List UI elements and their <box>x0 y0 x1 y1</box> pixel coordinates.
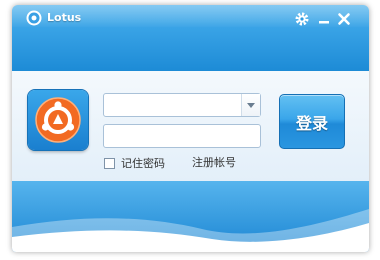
chevron-down-icon[interactable] <box>241 94 260 116</box>
password-input[interactable] <box>107 127 259 147</box>
gear-icon[interactable] <box>295 11 309 26</box>
minimize-icon[interactable] <box>317 11 331 25</box>
footer-wave-decoration <box>12 181 369 252</box>
lotus-logo <box>28 90 88 150</box>
login-window: Lotus 记住密码 注册帐号 登录 <box>12 5 369 252</box>
title-bar[interactable]: Lotus <box>12 5 369 71</box>
register-account-link[interactable]: 注册帐号 <box>192 156 236 170</box>
account-combo[interactable] <box>103 93 261 117</box>
close-icon[interactable] <box>337 11 351 25</box>
password-field[interactable] <box>103 124 261 148</box>
app-title: Lotus <box>47 11 82 24</box>
app-logo-icon <box>26 10 42 26</box>
remember-password-option[interactable]: 记住密码 <box>104 156 165 170</box>
login-button[interactable]: 登录 <box>279 94 345 149</box>
account-input[interactable] <box>107 96 241 116</box>
remember-password-checkbox[interactable] <box>104 157 115 169</box>
remember-password-label: 记住密码 <box>121 157 165 170</box>
